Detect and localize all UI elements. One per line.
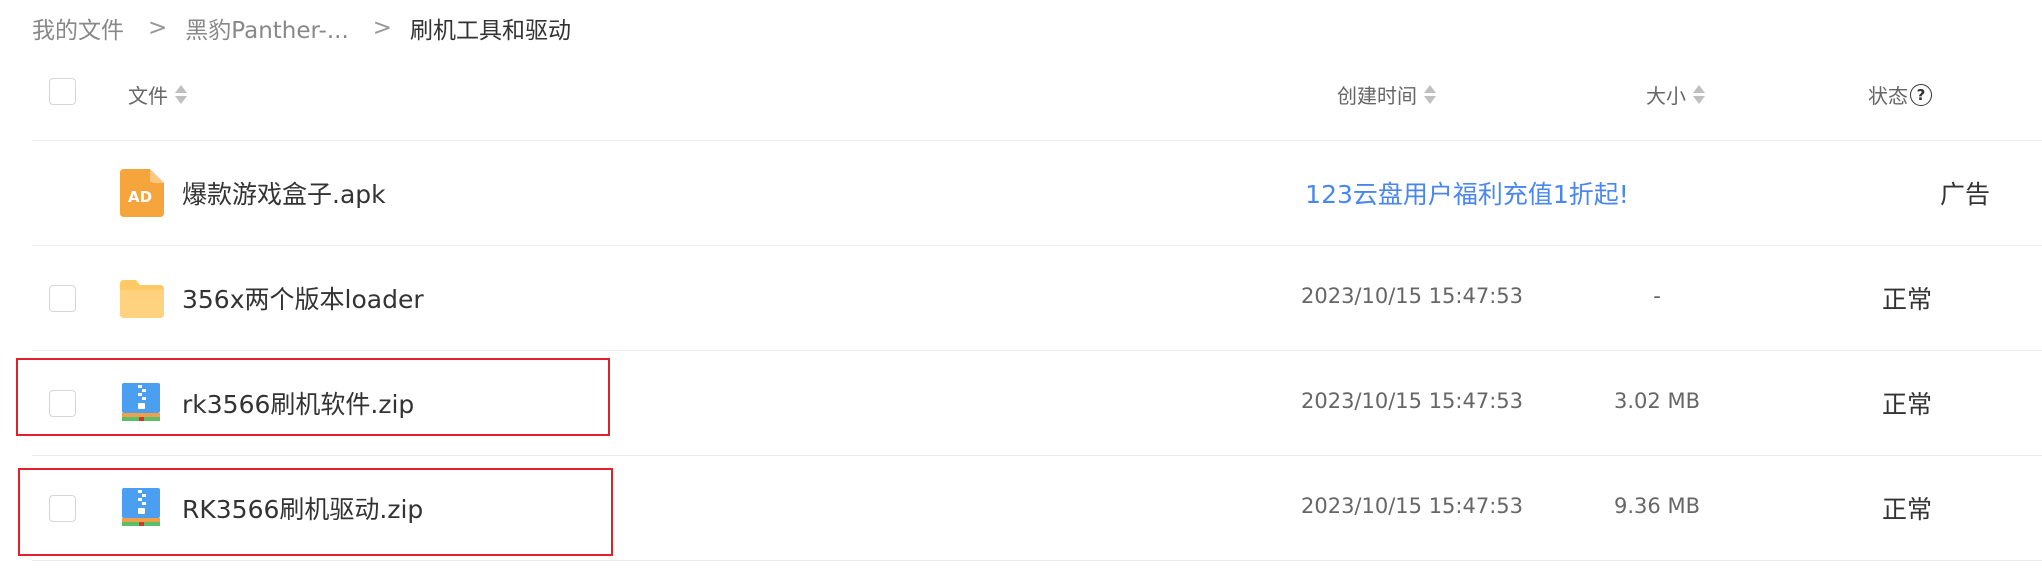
column-status: 状态 ? <box>1868 80 1932 109</box>
breadcrumb-separator: > <box>148 15 168 41</box>
column-created[interactable]: 创建时间 <box>1337 80 1436 109</box>
column-created-label: 创建时间 <box>1337 84 1417 108</box>
file-size: 9.36 MB <box>1614 494 1700 518</box>
row-checkbox[interactable] <box>49 285 76 312</box>
sort-icon[interactable] <box>1424 85 1436 104</box>
column-file-label: 文件 <box>128 84 168 108</box>
table-header: 文件 创建时间 大小 状态 ? <box>32 58 2042 141</box>
sort-icon[interactable] <box>175 85 187 104</box>
ad-tag: 广告 <box>1940 180 1991 209</box>
highlight-box <box>18 468 613 556</box>
ad-file-icon: AD <box>120 169 164 217</box>
created-time: 2023/10/15 15:47:53 <box>1300 284 1524 308</box>
created-time: 2023/10/15 15:47:53 <box>1300 389 1524 413</box>
breadcrumb: 我的文件 > 黑豹Panther-... > 刷机工具和驱动 <box>32 12 571 44</box>
file-size: 3.02 MB <box>1614 389 1700 413</box>
file-row[interactable]: 356x两个版本loader 2023/10/15 15:47:53 - 正常 <box>32 246 2042 351</box>
breadcrumb-my-files[interactable]: 我的文件 <box>32 11 124 45</box>
file-size: - <box>1653 284 1661 308</box>
breadcrumb-separator: > <box>372 15 393 41</box>
file-name[interactable]: 356x两个版本loader <box>182 280 424 316</box>
ad-file-name[interactable]: 爆款游戏盒子.apk <box>182 175 386 211</box>
folder-icon <box>120 280 164 318</box>
select-all-checkbox[interactable] <box>49 78 76 105</box>
ad-icon-label: AD <box>128 188 152 206</box>
created-time: 2023/10/15 15:47:53 <box>1300 494 1524 518</box>
status-text: 正常 <box>1882 495 1933 524</box>
highlight-box <box>16 358 610 436</box>
status-text: 正常 <box>1882 285 1933 314</box>
breadcrumb-panther-folder[interactable]: 黑豹Panther-... <box>185 11 348 45</box>
sort-icon[interactable] <box>1693 85 1705 104</box>
column-status-label: 状态 <box>1868 84 1908 108</box>
status-text: 正常 <box>1882 390 1933 419</box>
column-size[interactable]: 大小 <box>1646 80 1705 109</box>
promo-link[interactable]: 123云盘用户福利充值1折起! <box>1272 175 1662 211</box>
ad-row[interactable]: AD 爆款游戏盒子.apk 123云盘用户福利充值1折起! 广告 <box>32 141 2042 246</box>
help-circle-icon[interactable]: ? <box>1910 83 1932 106</box>
column-size-label: 大小 <box>1646 84 1686 108</box>
column-file[interactable]: 文件 <box>128 80 187 109</box>
breadcrumb-current-folder: 刷机工具和驱动 <box>410 18 572 44</box>
